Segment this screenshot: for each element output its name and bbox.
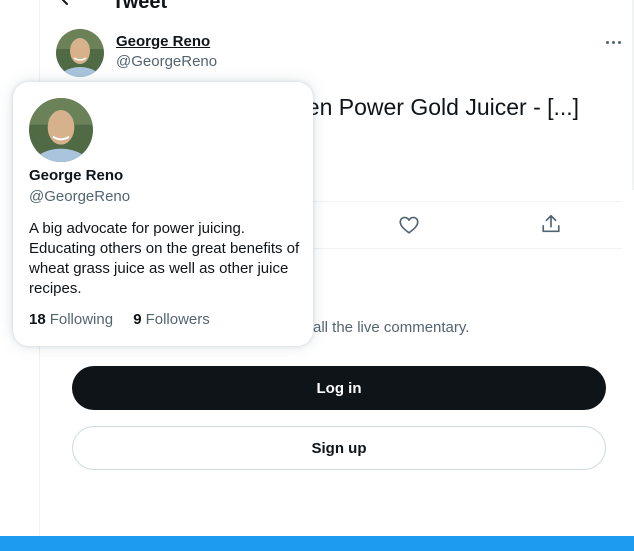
profile-hover-card: George Reno @GeorgeReno A big advocate f… <box>13 82 313 346</box>
share-icon[interactable] <box>540 213 562 235</box>
page-title: Tweet <box>112 0 168 13</box>
heart-icon[interactable] <box>398 214 420 236</box>
author-avatar[interactable] <box>56 29 104 77</box>
back-arrow-icon[interactable] <box>58 0 78 8</box>
bottom-banner <box>0 536 634 551</box>
hover-card-handle[interactable]: @GeorgeReno <box>29 188 130 205</box>
followers-label: Followers <box>145 311 210 328</box>
live-commentary-text: all the live commentary. <box>313 319 470 336</box>
author-name[interactable]: George Reno <box>116 33 210 50</box>
signup-button[interactable]: Sign up <box>72 426 606 470</box>
login-button[interactable]: Log in <box>72 366 606 410</box>
hover-card-avatar[interactable] <box>29 98 93 162</box>
following-stat[interactable]: 18 Following <box>29 311 113 328</box>
more-dots-icon[interactable] <box>602 32 624 52</box>
followers-stat[interactable]: 9 Followers <box>133 311 210 328</box>
following-count: 18 <box>29 311 46 328</box>
following-label: Following <box>49 311 114 328</box>
hover-card-stats: 18 Following 9 Followers <box>29 311 226 328</box>
hover-card-bio: A big advocate for power juicing. Educat… <box>29 220 300 297</box>
followers-count: 9 <box>133 311 142 328</box>
tweet-page: Tweet George Reno @GeorgeReno een Power … <box>0 0 634 551</box>
tweet-text: een Power Gold Juicer - [...] <box>294 94 580 120</box>
hover-card-name[interactable]: George Reno <box>29 167 123 184</box>
author-handle[interactable]: @GeorgeReno <box>116 53 217 70</box>
